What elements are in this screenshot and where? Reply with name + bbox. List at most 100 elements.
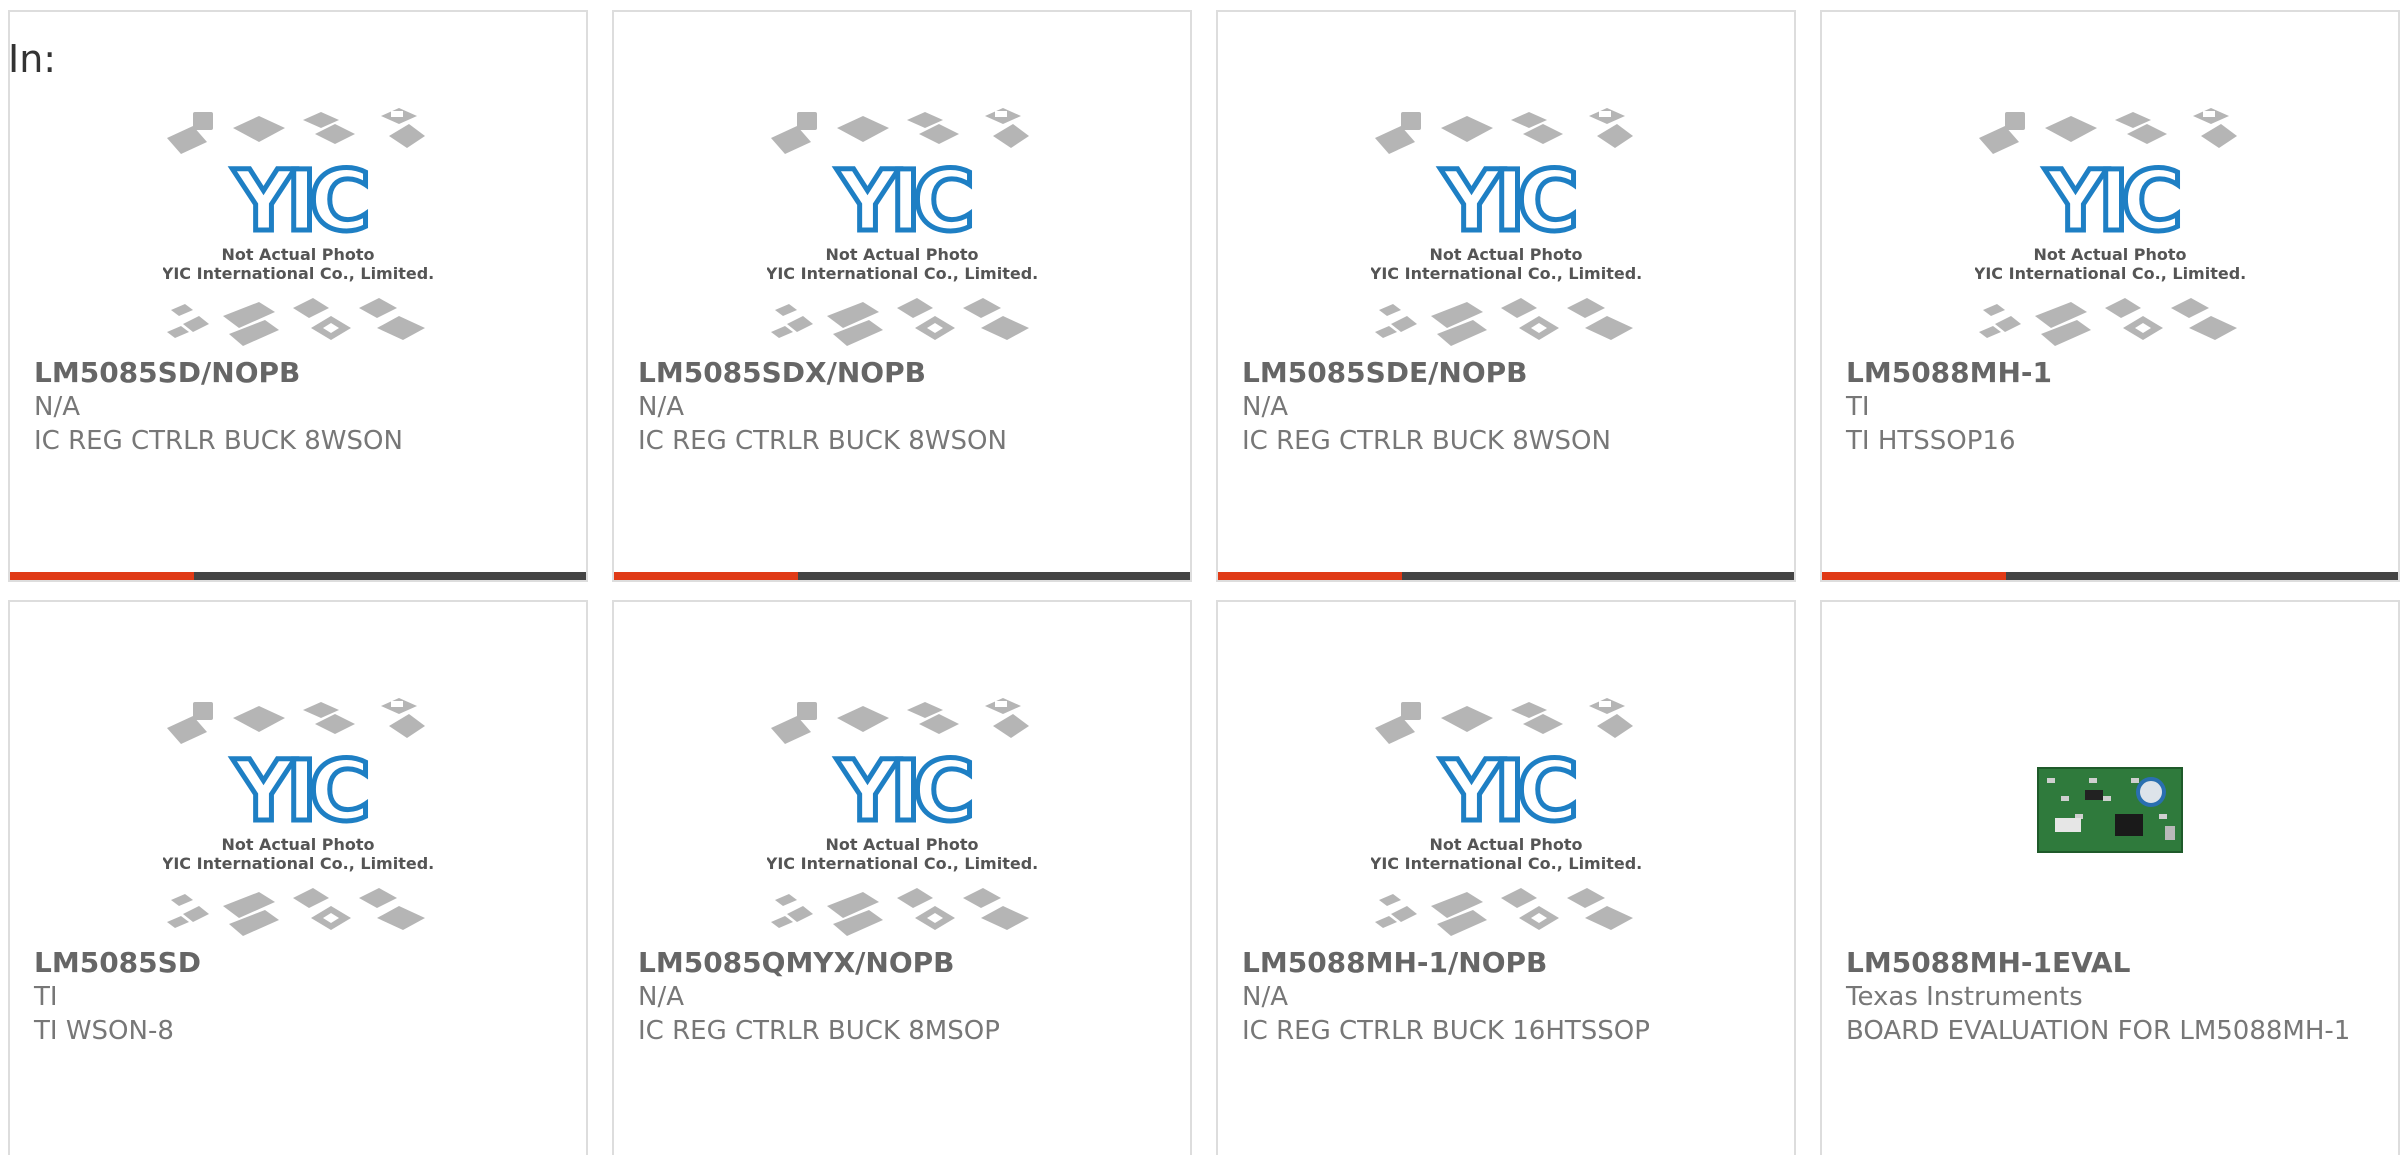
- manufacturer: N/A: [638, 982, 684, 1012]
- product-card[interactable]: YIC Not Actual Photo YIC International Co.…: [612, 10, 1192, 582]
- chip-icons-bottom: [1375, 888, 1633, 936]
- chip-icons-top: [1375, 108, 1633, 154]
- chip-icons-bottom: [771, 298, 1029, 346]
- product-card[interactable]: YIC Not Actual Photo YIC International Co.…: [612, 600, 1192, 1155]
- placeholder-caption-line2: YIC International Co., Limited.: [163, 854, 433, 873]
- placeholder-caption-line2: YIC International Co., Limited.: [1371, 854, 1641, 873]
- description: IC REG CTRLR BUCK 8WSON: [1242, 426, 1611, 456]
- placeholder-caption-line1: Not Actual Photo: [2033, 245, 2186, 264]
- chip-icons-bottom: [771, 888, 1029, 936]
- manufacturer: Texas Instruments: [1846, 982, 2083, 1012]
- description: BOARD EVALUATION FOR LM5088MH-1: [1846, 1016, 2351, 1046]
- not-actual-photo-placeholder: YICNot Actual PhotoYIC International Co.…: [767, 698, 1037, 936]
- yic-logo: YIC: [834, 150, 981, 253]
- svg-text:YIC: YIC: [232, 152, 366, 250]
- chip-icons-bottom: [167, 298, 425, 346]
- placeholder-caption-line2: YIC International Co., Limited.: [163, 264, 433, 283]
- product-image[interactable]: YIC Not Actual Photo YIC International Co.…: [1218, 96, 1794, 356]
- svg-text:YIC: YIC: [232, 742, 366, 840]
- product-card[interactable]: YIC Not Actual Photo YIC International Co.…: [1216, 10, 1796, 582]
- description: TI HTSSOP16: [1846, 426, 2016, 456]
- not-actual-photo-placeholder: YICNot Actual PhotoYIC International Co.…: [1975, 108, 2245, 346]
- product-card[interactable]: LM5088MH-1EVAL Texas Instruments BOARD E…: [1820, 600, 2400, 1155]
- manufacturer: TI: [1846, 392, 1870, 422]
- svg-text:YIC: YIC: [1440, 742, 1574, 840]
- manufacturer: N/A: [1242, 982, 1288, 1012]
- not-actual-photo-placeholder: YICNot Actual PhotoYIC International Co.…: [1371, 698, 1641, 936]
- part-number-link[interactable]: LM5085SDX/NOPB: [638, 356, 1168, 390]
- part-number-link[interactable]: LM5085QMYX/NOPB: [638, 946, 1168, 980]
- product-card[interactable]: YIC Not Actual Photo YIC International Co.…: [8, 600, 588, 1155]
- card-accent-fill: [1822, 572, 2007, 580]
- part-number-link[interactable]: LM5085SD/NOPB: [34, 356, 564, 390]
- card-accent-fill: [614, 572, 799, 580]
- placeholder-caption-line2: YIC International Co., Limited.: [1975, 264, 2245, 283]
- placeholder-caption-line1: Not Actual Photo: [221, 835, 374, 854]
- card-bottom-bar: [1218, 572, 1794, 580]
- yic-logo: YIC: [2042, 150, 2189, 253]
- part-number-link[interactable]: LM5085SDE/NOPB: [1242, 356, 1772, 390]
- search-context-label: In:: [8, 37, 57, 81]
- product-image[interactable]: YIC Not Actual Photo YIC International Co.…: [1822, 96, 2398, 356]
- part-number-link[interactable]: LM5085SD: [34, 946, 564, 980]
- chip-icons-bottom: [1979, 298, 2237, 346]
- svg-text:YIC: YIC: [836, 152, 970, 250]
- product-image[interactable]: YIC Not Actual Photo YIC International Co.…: [614, 96, 1190, 356]
- placeholder-caption-line1: Not Actual Photo: [825, 835, 978, 854]
- yic-logo: YIC: [1438, 150, 1585, 253]
- card-bottom-bar: [1822, 572, 2398, 580]
- description: TI WSON-8: [34, 1016, 174, 1046]
- placeholder-caption-line2: YIC International Co., Limited.: [1371, 264, 1641, 283]
- chip-icons-top: [167, 108, 425, 154]
- description: IC REG CTRLR BUCK 8WSON: [638, 426, 1007, 456]
- not-actual-photo-placeholder: YICNot Actual PhotoYIC International Co.…: [163, 108, 433, 346]
- card-accent-fill: [10, 572, 195, 580]
- chip-icons-top: [167, 698, 425, 744]
- yic-logo: YIC: [230, 150, 377, 253]
- product-image[interactable]: YIC Not Actual Photo YIC International Co.…: [1218, 686, 1794, 946]
- evaluation-board-photo: [2037, 767, 2183, 853]
- manufacturer: TI: [34, 982, 58, 1012]
- placeholder-caption-line1: Not Actual Photo: [825, 245, 978, 264]
- product-image[interactable]: YIC Not Actual Photo YIC International Co.…: [10, 96, 586, 356]
- yic-logo: YIC: [834, 740, 981, 843]
- chip-icons-top: [771, 108, 1029, 154]
- chip-icons-bottom: [1375, 298, 1633, 346]
- product-image[interactable]: [1822, 686, 2398, 946]
- card-bottom-bar: [614, 572, 1190, 580]
- svg-text:YIC: YIC: [2044, 152, 2178, 250]
- yic-logo: YIC: [1438, 740, 1585, 843]
- not-actual-photo-placeholder: YICNot Actual PhotoYIC International Co.…: [767, 108, 1037, 346]
- part-number-link[interactable]: LM5088MH-1: [1846, 356, 2376, 390]
- part-number-link[interactable]: LM5088MH-1EVAL: [1846, 946, 2376, 980]
- product-card[interactable]: YIC Not Actual Photo YIC International Co.…: [1216, 600, 1796, 1155]
- card-accent-fill: [1218, 572, 1403, 580]
- product-image[interactable]: YIC Not Actual Photo YIC International Co.…: [614, 686, 1190, 946]
- manufacturer: N/A: [34, 392, 80, 422]
- part-number-link[interactable]: LM5088MH-1/NOPB: [1242, 946, 1772, 980]
- description: IC REG CTRLR BUCK 16HTSSOP: [1242, 1016, 1650, 1046]
- not-actual-photo-placeholder: YICNot Actual PhotoYIC International Co.…: [1371, 108, 1641, 346]
- description: IC REG CTRLR BUCK 8WSON: [34, 426, 403, 456]
- yic-logo: YIC: [230, 740, 377, 843]
- placeholder-caption-line1: Not Actual Photo: [1429, 245, 1582, 264]
- placeholder-caption-line1: Not Actual Photo: [221, 245, 374, 264]
- chip-icons-bottom: [167, 888, 425, 936]
- card-bottom-bar: [10, 572, 586, 580]
- product-card[interactable]: YIC Not Actual Photo YIC International Co.…: [8, 10, 588, 582]
- manufacturer: N/A: [1242, 392, 1288, 422]
- svg-text:YIC: YIC: [836, 742, 970, 840]
- description: IC REG CTRLR BUCK 8MSOP: [638, 1016, 1000, 1046]
- chip-icons-top: [771, 698, 1029, 744]
- product-card[interactable]: YIC Not Actual Photo YIC International Co.…: [1820, 10, 2400, 582]
- product-image[interactable]: YIC Not Actual Photo YIC International Co.…: [10, 686, 586, 946]
- not-actual-photo-placeholder: YICNot Actual PhotoYIC International Co.…: [163, 698, 433, 936]
- placeholder-caption-line1: Not Actual Photo: [1429, 835, 1582, 854]
- placeholder-caption-line2: YIC International Co., Limited.: [767, 264, 1037, 283]
- svg-text:YIC: YIC: [1440, 152, 1574, 250]
- manufacturer: N/A: [638, 392, 684, 422]
- chip-icons-top: [1979, 108, 2237, 154]
- placeholder-caption-line2: YIC International Co., Limited.: [767, 854, 1037, 873]
- chip-icons-top: [1375, 698, 1633, 744]
- product-grid: YIC Not Actual Photo YIC International Co.…: [0, 0, 2400, 1155]
